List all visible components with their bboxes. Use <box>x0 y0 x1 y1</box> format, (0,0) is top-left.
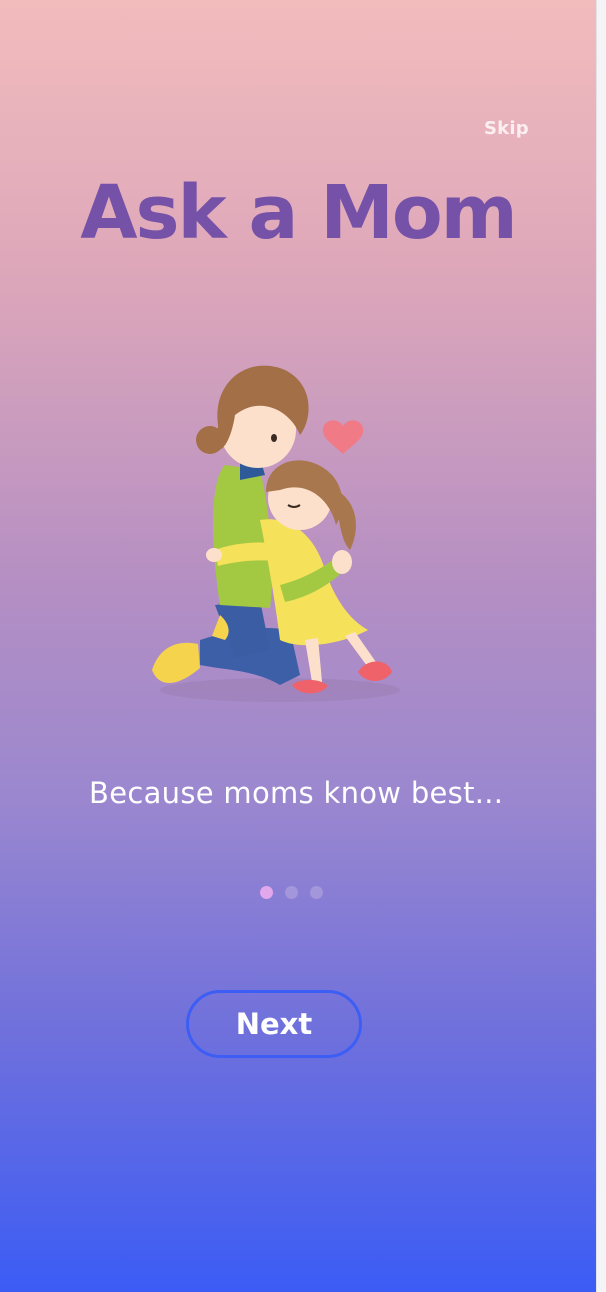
app-title: Ask a Mom <box>80 170 518 256</box>
page-dot-1[interactable] <box>260 886 273 899</box>
window-edge <box>596 0 606 1292</box>
page-dot-2[interactable] <box>285 886 298 899</box>
next-button[interactable]: Next <box>186 990 362 1058</box>
skip-button[interactable]: Skip <box>484 118 529 139</box>
mother-hugging-daughter-illustration <box>152 365 400 702</box>
tagline-text: Because moms know best... <box>89 776 504 810</box>
page-dot-3[interactable] <box>310 886 323 899</box>
onboarding-screen: Skip Ask a Mom Because moms know best...… <box>0 0 596 1292</box>
page-indicator <box>260 886 323 899</box>
